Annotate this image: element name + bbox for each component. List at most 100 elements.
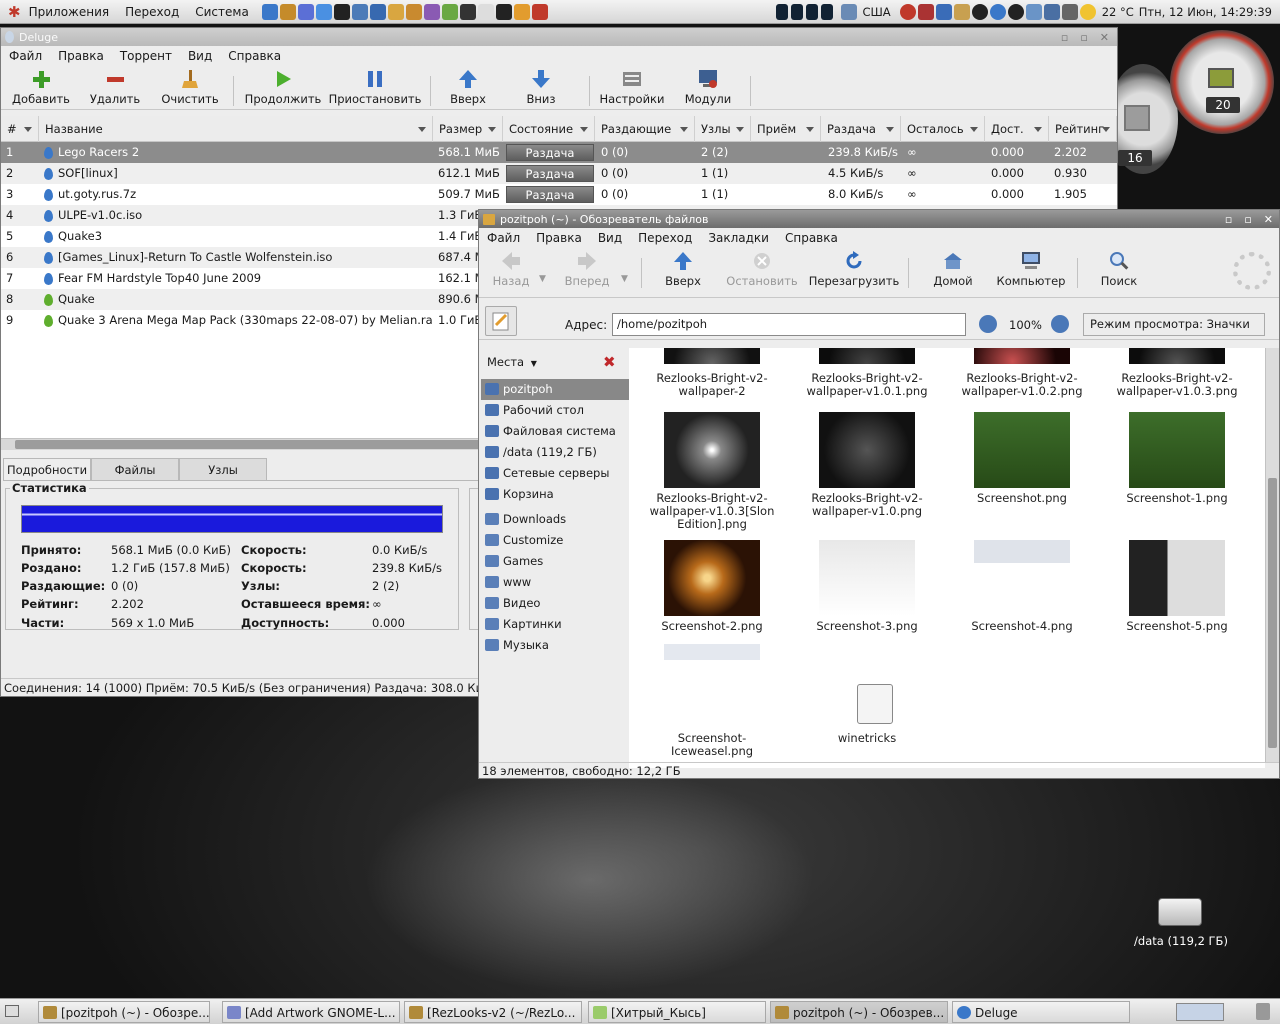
- deluge-tray-icon[interactable]: [989, 3, 1006, 20]
- tux-launcher-icon[interactable]: [495, 3, 512, 20]
- tab-details[interactable]: Подробности: [3, 458, 91, 481]
- sidebar-item[interactable]: Музыка: [481, 635, 629, 656]
- zoom-level[interactable]: 100%: [1009, 318, 1042, 332]
- file-name[interactable]: Rezlooks-Bright-v2-wallpaper-v1.0.png: [792, 492, 942, 518]
- image-thumbnail[interactable]: [1129, 412, 1225, 488]
- weather-temp[interactable]: 22 °C: [1102, 5, 1134, 19]
- home-button[interactable]: Домой: [915, 248, 991, 288]
- back-history-icon[interactable]: ▼: [539, 248, 553, 284]
- column-number[interactable]: #: [1, 116, 39, 142]
- computer-icon[interactable]: [1043, 3, 1060, 20]
- display-icon[interactable]: [1025, 3, 1042, 20]
- globe-launcher-icon[interactable]: [297, 3, 314, 20]
- workspace-switcher[interactable]: [1176, 1003, 1224, 1021]
- doc-launcher-icon[interactable]: [477, 3, 494, 20]
- notes-launcher-icon[interactable]: [441, 3, 458, 20]
- torrent-row[interactable]: 2 SOF[linux] 612.1 МиБ Раздача 0 (0) 1 (1) 4.5…: [1, 163, 1117, 184]
- keyboard-layout[interactable]: США: [862, 5, 890, 19]
- column-seeds[interactable]: Раздающие: [595, 116, 695, 142]
- taskbar-button[interactable]: pozitpoh (~) - Обозрев...: [770, 1001, 948, 1023]
- image-thumbnail[interactable]: [974, 412, 1070, 488]
- network-icon[interactable]: [841, 3, 858, 20]
- menu-bookmarks[interactable]: Закладки: [704, 231, 773, 245]
- menu-edit[interactable]: Правка: [54, 49, 108, 63]
- menu-file[interactable]: Файл: [483, 231, 524, 245]
- plugins-button[interactable]: Модули: [668, 66, 748, 106]
- sidebar-item[interactable]: Видео: [481, 593, 629, 614]
- taskbar-button[interactable]: [Хитрый_Кысь]: [588, 1001, 766, 1023]
- file-name[interactable]: Screenshot-1.png: [1102, 492, 1252, 505]
- deluge-launcher-icon[interactable]: [261, 3, 278, 20]
- image-thumbnail[interactable]: [664, 348, 760, 364]
- deluge-titlebar[interactable]: Deluge ▫ ▫ ✕: [1, 28, 1117, 46]
- vertical-scrollbar[interactable]: [1265, 348, 1279, 762]
- photo-icon[interactable]: [935, 3, 952, 20]
- gnome-foot-icon[interactable]: ✱: [8, 3, 21, 21]
- steam-launcher-icon[interactable]: [333, 3, 350, 20]
- sidebar-item[interactable]: Рабочий стол: [481, 400, 629, 421]
- file-name[interactable]: Rezlooks-Bright-v2-wallpaper-v1.0.2.png: [947, 372, 1097, 398]
- file-name[interactable]: Screenshot-Iceweasel.png: [637, 732, 787, 758]
- column-eta[interactable]: Осталось: [901, 116, 985, 142]
- terminal-launcher-icon[interactable]: [459, 3, 476, 20]
- transmission-icon[interactable]: [917, 3, 934, 20]
- torrent-row[interactable]: 3 ut.goty.rus.7z 509.7 МиБ Раздача 0 (0) 1 (1…: [1, 184, 1117, 205]
- places-menu[interactable]: Переход: [117, 0, 187, 24]
- back-button[interactable]: Назад: [483, 248, 539, 288]
- network-launcher-icon[interactable]: [315, 3, 332, 20]
- launcher-icons[interactable]: [261, 3, 549, 20]
- reload-button[interactable]: Перезагрузить: [806, 248, 902, 288]
- script-file-icon[interactable]: [857, 684, 893, 724]
- menu-view[interactable]: Вид: [594, 231, 626, 245]
- file-manager-titlebar[interactable]: pozitpoh (~) - Обозреватель файлов ▫ ▫ ✕: [479, 210, 1279, 228]
- up-button[interactable]: Вверх: [648, 248, 718, 288]
- volume-icon[interactable]: [1061, 3, 1078, 20]
- sidebar-item[interactable]: Customize: [481, 530, 629, 551]
- queue-up-button[interactable]: Вверх: [437, 66, 499, 106]
- sidebar-item[interactable]: /data (119,2 ГБ): [481, 442, 629, 463]
- remove-button[interactable]: Удалить: [77, 66, 153, 106]
- sidebar-item[interactable]: Games: [481, 551, 629, 572]
- zoom-out-icon[interactable]: [979, 315, 997, 333]
- folder-launcher-icon[interactable]: [387, 3, 404, 20]
- image-thumbnail[interactable]: [974, 540, 1070, 616]
- zoom-in-icon[interactable]: [1051, 315, 1069, 333]
- pause-button[interactable]: Приостановить: [326, 66, 424, 106]
- pidgin-launcher-icon[interactable]: [423, 3, 440, 20]
- close-icon[interactable]: ✕: [1264, 213, 1273, 226]
- tools-launcher-icon[interactable]: [279, 3, 296, 20]
- preferences-button[interactable]: Настройки: [596, 66, 668, 106]
- address-field[interactable]: /home/pozitpoh: [612, 313, 966, 336]
- menu-view[interactable]: Вид: [184, 49, 216, 63]
- close-icon[interactable]: ✕: [1100, 31, 1109, 44]
- queue-down-button[interactable]: Вниз: [499, 66, 583, 106]
- stop-button[interactable]: Остановить: [718, 248, 806, 288]
- weather-icon[interactable]: [1079, 3, 1096, 20]
- close-sidebar-icon[interactable]: ✖: [603, 353, 616, 371]
- plugin-icon[interactable]: [953, 3, 970, 20]
- image-launcher-icon[interactable]: [351, 3, 368, 20]
- tool-launcher-icon[interactable]: [369, 3, 386, 20]
- steam-tray-icon[interactable]: [971, 3, 988, 20]
- sidebar-item[interactable]: Сетевые серверы: [481, 463, 629, 484]
- taskbar-button[interactable]: [pozitpoh (~) - Обозре...: [38, 1001, 210, 1023]
- sidebar-item[interactable]: www: [481, 572, 629, 593]
- steam2-tray-icon[interactable]: [1007, 3, 1024, 20]
- box-launcher-icon[interactable]: [405, 3, 422, 20]
- menu-help[interactable]: Справка: [781, 231, 842, 245]
- tab-peers[interactable]: Узлы: [179, 458, 267, 480]
- image-thumbnail[interactable]: [819, 412, 915, 488]
- image-thumbnail[interactable]: [819, 348, 915, 364]
- column-ratio[interactable]: Рейтинг: [1049, 116, 1117, 142]
- scrollbar-thumb[interactable]: [1268, 478, 1277, 748]
- sidebar-item[interactable]: Downloads: [481, 509, 629, 530]
- sidebar-item[interactable]: pozitpoh: [481, 379, 629, 400]
- file-name[interactable]: winetricks: [792, 732, 942, 745]
- resume-button[interactable]: Продолжить: [240, 66, 326, 106]
- add-button[interactable]: Добавить: [5, 66, 77, 106]
- column-upload-speed[interactable]: Раздача: [821, 116, 901, 142]
- image-thumbnail[interactable]: [664, 412, 760, 488]
- image-thumbnail[interactable]: [1129, 348, 1225, 364]
- forward-history-icon[interactable]: ▼: [621, 248, 635, 284]
- menu-go[interactable]: Переход: [634, 231, 696, 245]
